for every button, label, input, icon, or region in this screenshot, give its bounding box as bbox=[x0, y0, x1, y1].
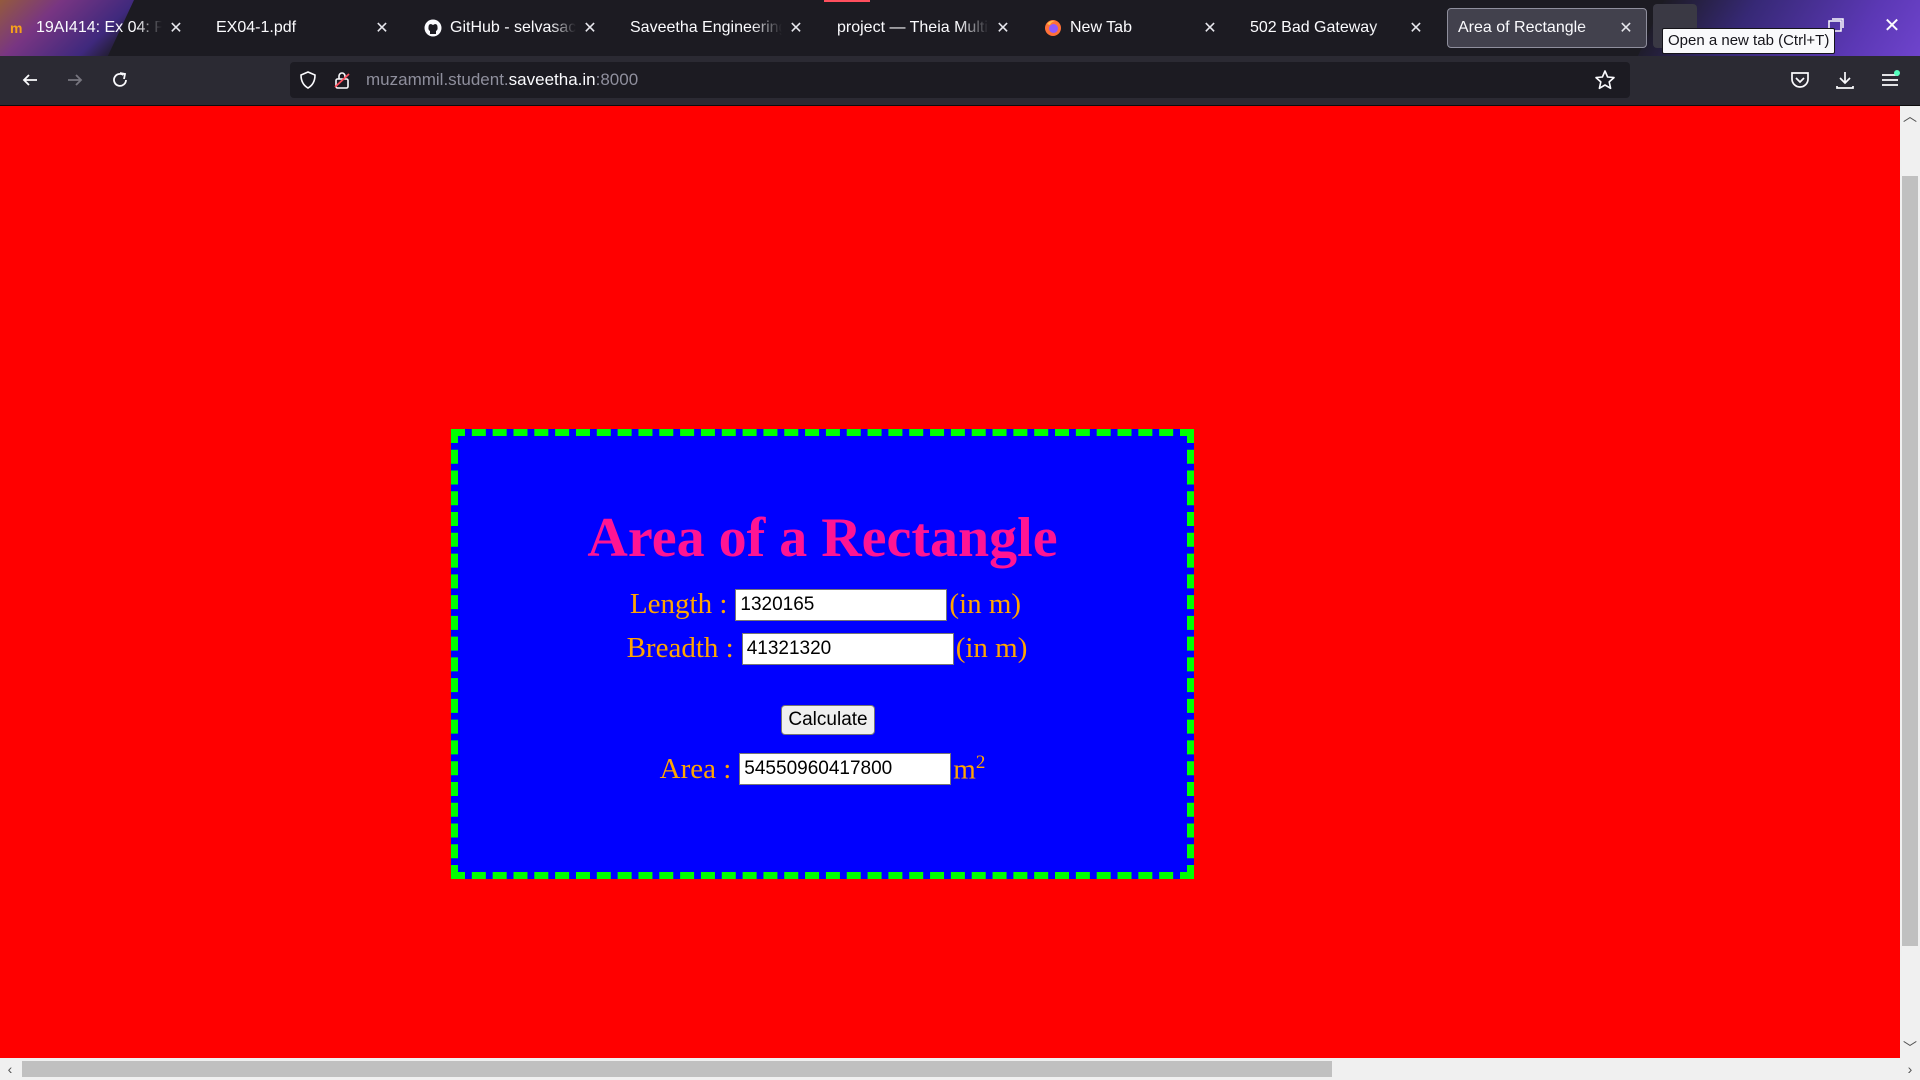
url-port: :8000 bbox=[595, 70, 639, 89]
area-calculator-card: Area of a Rectangle Length : (in m) Brea… bbox=[451, 429, 1194, 879]
page-viewport: Area of a Rectangle Length : (in m) Brea… bbox=[0, 106, 1900, 1058]
vertical-scroll-thumb[interactable] bbox=[1902, 176, 1918, 946]
tab-loading-accent bbox=[824, 0, 870, 2]
new-tab-tooltip: Open a new tab (Ctrl+T) bbox=[1662, 28, 1836, 54]
tab-label: Area of Rectangle bbox=[1458, 19, 1587, 36]
calculate-button[interactable]: Calculate bbox=[781, 705, 875, 735]
area-unit-base: m bbox=[953, 753, 976, 786]
scroll-right-arrow-icon[interactable]: › bbox=[1900, 1058, 1920, 1080]
window-close-icon[interactable]: ✕ bbox=[1880, 14, 1904, 38]
back-button[interactable] bbox=[14, 64, 46, 96]
length-row: Length : (in m) bbox=[458, 588, 1187, 621]
tab-theia-project[interactable]: project — Theia Multi-L ✕ bbox=[827, 8, 1023, 48]
area-unit-exponent: 2 bbox=[975, 752, 986, 773]
tab-github[interactable]: GitHub - selvasachein ✕ bbox=[414, 8, 610, 48]
downloads-icon[interactable] bbox=[1833, 68, 1857, 92]
tab-moodle-ex04[interactable]: m 19AI414: Ex 04: Place ✕ bbox=[0, 8, 196, 48]
tab-label: Saveetha Engineering Co bbox=[630, 19, 782, 36]
tab-new-tab[interactable]: New Tab ✕ bbox=[1034, 8, 1230, 48]
close-tab-icon[interactable]: ✕ bbox=[1406, 18, 1426, 38]
moodle-icon: m bbox=[10, 19, 28, 37]
tab-strip: m 19AI414: Ex 04: Place ✕ EX04-1.pdf ✕ G… bbox=[0, 0, 1920, 56]
close-tab-icon[interactable]: ✕ bbox=[1616, 18, 1636, 38]
navigation-toolbar: muzammil.student.saveetha.in:8000 bbox=[0, 56, 1920, 106]
horizontal-scroll-thumb[interactable] bbox=[22, 1061, 1332, 1077]
close-tab-icon[interactable]: ✕ bbox=[372, 18, 392, 38]
vertical-scrollbar[interactable]: ︿ ﹀ bbox=[1900, 106, 1920, 1058]
area-output[interactable] bbox=[739, 753, 952, 786]
forward-arrow-icon bbox=[68, 74, 83, 86]
breadth-label: Breadth : bbox=[626, 632, 734, 664]
page-title: Area of a Rectangle bbox=[587, 507, 1058, 569]
breadth-row: Breadth : (in m) bbox=[458, 632, 1187, 665]
length-unit: (in m) bbox=[949, 588, 1022, 620]
forward-button[interactable] bbox=[59, 64, 91, 96]
close-tab-icon[interactable]: ✕ bbox=[580, 18, 600, 38]
close-tab-icon[interactable]: ✕ bbox=[1200, 18, 1220, 38]
length-label: Length : bbox=[629, 588, 728, 620]
scroll-left-arrow-icon[interactable]: ‹ bbox=[0, 1058, 20, 1080]
close-tab-icon[interactable]: ✕ bbox=[993, 18, 1013, 38]
tab-ex04-pdf[interactable]: EX04-1.pdf ✕ bbox=[206, 8, 402, 48]
tab-label: 502 Bad Gateway bbox=[1250, 19, 1378, 36]
svg-text:m: m bbox=[10, 21, 22, 35]
length-input[interactable] bbox=[735, 588, 948, 621]
close-tab-icon[interactable]: ✕ bbox=[786, 18, 806, 38]
tab-502-bad-gateway[interactable]: 502 Bad Gateway ✕ bbox=[1240, 8, 1436, 48]
area-label: Area : bbox=[659, 752, 732, 785]
firefox-icon bbox=[1044, 19, 1062, 37]
github-icon bbox=[424, 19, 442, 37]
tab-saveetha[interactable]: Saveetha Engineering Co ✕ bbox=[620, 8, 816, 48]
tab-label: 19AI414: Ex 04: Place bbox=[36, 19, 162, 36]
url-host: saveetha.in bbox=[508, 70, 596, 89]
insecure-lock-icon[interactable] bbox=[332, 70, 352, 90]
reload-icon bbox=[113, 72, 127, 87]
menu-icon[interactable] bbox=[1878, 68, 1902, 92]
url-prefix: muzammil.student. bbox=[366, 70, 509, 89]
scroll-up-arrow-icon[interactable]: ︿ bbox=[1900, 106, 1920, 126]
pocket-icon[interactable] bbox=[1788, 68, 1812, 92]
tab-label: New Tab bbox=[1070, 19, 1132, 36]
back-arrow-icon bbox=[22, 74, 37, 86]
tab-area-of-rectangle[interactable]: Area of Rectangle ✕ bbox=[1447, 8, 1647, 48]
close-tab-icon[interactable]: ✕ bbox=[166, 18, 186, 38]
area-unit: m2 bbox=[953, 752, 985, 787]
reload-button[interactable] bbox=[104, 64, 136, 96]
tracking-protection-shield-icon[interactable] bbox=[298, 70, 318, 90]
breadth-unit: (in m) bbox=[955, 632, 1028, 664]
scroll-down-arrow-icon[interactable]: ﹀ bbox=[1900, 1038, 1920, 1058]
tab-label: GitHub - selvasachein bbox=[450, 19, 576, 36]
tab-label: project — Theia Multi-L bbox=[837, 19, 989, 36]
area-row: Area : m2 bbox=[458, 752, 1187, 787]
url-text[interactable]: muzammil.student.saveetha.in:8000 bbox=[366, 62, 638, 98]
breadth-input[interactable] bbox=[741, 632, 954, 665]
tab-label: EX04-1.pdf bbox=[216, 19, 297, 36]
horizontal-scrollbar[interactable]: ‹ › bbox=[0, 1058, 1920, 1080]
bookmark-star-icon[interactable] bbox=[1594, 69, 1616, 91]
address-bar[interactable]: muzammil.student.saveetha.in:8000 bbox=[290, 62, 1630, 98]
